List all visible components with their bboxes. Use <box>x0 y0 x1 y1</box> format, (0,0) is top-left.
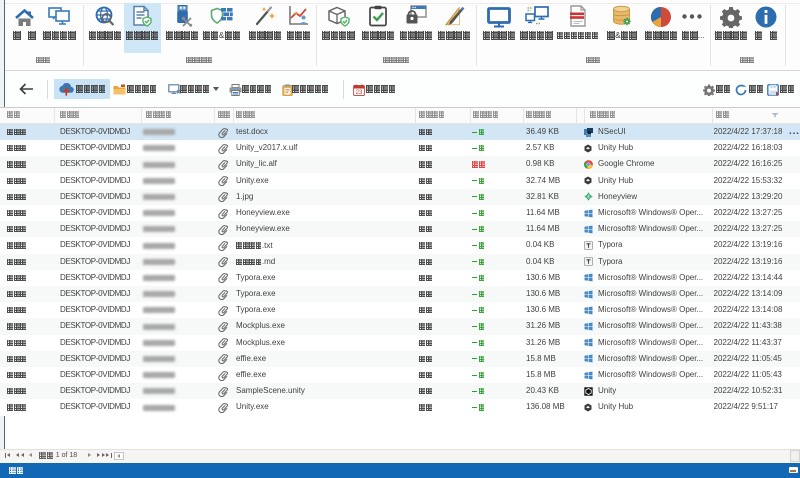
svg-text:23: 23 <box>356 89 363 95</box>
